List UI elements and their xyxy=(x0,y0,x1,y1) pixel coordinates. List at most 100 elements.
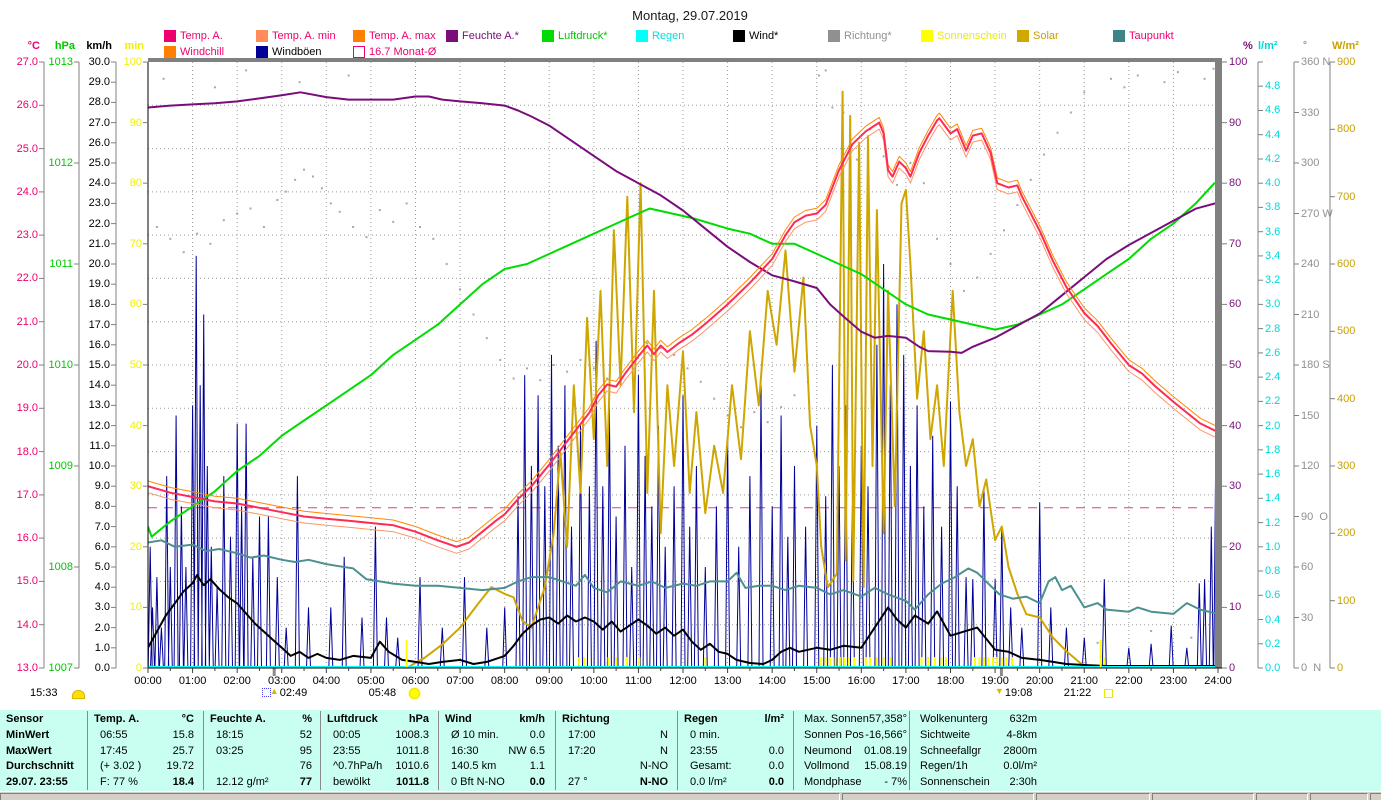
x-axis-label: 00:00 xyxy=(134,675,162,687)
status-bar-panel xyxy=(1036,793,1150,800)
x-axis-label: 14:00 xyxy=(758,675,786,687)
axis-tick-label-kmh: 29.0 xyxy=(88,76,110,89)
table-row-label: MinWert xyxy=(6,728,50,741)
x-axis-label: 21:00 xyxy=(1070,675,1099,687)
axis-tick-label-dir: 90 O xyxy=(1301,510,1328,523)
table-cell-value: 95 xyxy=(299,744,312,757)
axis-tick-label-lm2: 4.0 xyxy=(1265,177,1281,190)
axis-tick-label-kmh: 22.0 xyxy=(88,217,110,230)
axis-tick-label-min: 90 xyxy=(129,116,142,129)
x-axis-label: 11:00 xyxy=(625,675,652,687)
x-axis-label: 08:00 xyxy=(490,675,519,687)
axis-tick-label-kmh: 23.0 xyxy=(88,197,110,210)
axis-tick-label-percent: 100 xyxy=(1229,56,1248,68)
table-cell-value: N xyxy=(660,744,668,757)
axis-tick-label-min: 0 xyxy=(135,662,142,674)
moonrise-arrow-icon: ▲ xyxy=(269,686,279,696)
axis-tick-label-kmh: 13.0 xyxy=(88,399,110,412)
axis-tick-label-lm2: 3.6 xyxy=(1265,225,1281,238)
status-bar-panel xyxy=(1310,793,1368,800)
axis-tick-label-kmh: 26.0 xyxy=(88,136,110,149)
table-cell-value: 0.0 xyxy=(768,776,784,789)
series-temp-a-max xyxy=(148,112,1218,543)
table-cell-value: N-NO xyxy=(639,760,668,773)
axis-tick-label-kmh: 2.0 xyxy=(94,621,110,634)
x-axis-label: 03:00 xyxy=(267,675,296,687)
sunrise-sun-icon xyxy=(408,688,420,699)
axis-header-min: min xyxy=(124,40,144,52)
axis-tick-label-percent: 10 xyxy=(1229,601,1242,614)
axis-tick-label-kmh: 5.0 xyxy=(94,561,110,573)
status-bar-panel xyxy=(1152,793,1254,800)
plot-borders xyxy=(147,58,1222,669)
axis-tick-label-percent: 50 xyxy=(1229,359,1242,371)
axis-tick-label-min: 80 xyxy=(129,177,142,190)
axis-tick-label-lm2: 2.2 xyxy=(1265,395,1281,408)
axis-tick-label-temp: 16.0 xyxy=(16,532,38,545)
axis-tick-label-wm2: 0 xyxy=(1337,662,1344,674)
info-value: 4-8km xyxy=(1006,728,1037,741)
axis-tick-label-dir: 210 xyxy=(1301,308,1320,321)
status-bar-panel xyxy=(842,793,1034,800)
table-row-label: 29.07. 23:55 xyxy=(6,776,68,789)
axis-tick-label-min: 60 xyxy=(129,298,142,311)
axis-tick-label-temp: 18.0 xyxy=(16,445,38,458)
axis-header-lm2: l/m² xyxy=(1258,40,1278,52)
series-richtung xyxy=(155,67,1215,644)
table-cell-value: 1.1 xyxy=(529,760,545,773)
series-temp-a-min xyxy=(148,124,1218,554)
axis-tick-label-lm2: 2.4 xyxy=(1265,371,1281,384)
current-time-label: 15:33 xyxy=(30,687,58,699)
table-cell-value: 18.4 xyxy=(172,776,194,789)
axis-tick-label-kmh: 14.0 xyxy=(88,379,110,392)
table-column-separator xyxy=(909,711,910,790)
x-axis-label: 22:00 xyxy=(1115,675,1143,687)
axis-tick-label-wm2: 900 xyxy=(1337,56,1356,68)
axis-tick-label-wm2: 600 xyxy=(1337,258,1356,270)
axis-tick-label-kmh: 20.0 xyxy=(88,258,110,270)
axis-tick-label-min: 30 xyxy=(129,480,142,493)
table-cell-value: N-NO xyxy=(639,776,668,789)
axis-tick-label-min: 50 xyxy=(129,359,142,371)
axis-tick-label-temp: 23.0 xyxy=(16,229,38,242)
axis-tick-label-min: 10 xyxy=(129,601,142,614)
table-cell-value: N xyxy=(660,728,668,741)
sunset-square-icon xyxy=(1103,689,1113,698)
table-cell-value: 19.72 xyxy=(166,760,194,773)
table-cell-value: 77 xyxy=(299,776,312,789)
table-cell-value: 25.7 xyxy=(172,744,194,757)
axis-tick-label-wm2: 300 xyxy=(1337,460,1356,472)
axis-tick-label-dir: 180 S xyxy=(1301,359,1330,371)
x-axis-label: 13:00 xyxy=(713,675,742,687)
info-value: 632m xyxy=(1009,713,1037,725)
status-bar-panel xyxy=(0,793,840,800)
table-row-label: Sensor xyxy=(6,713,44,725)
axis-tick-label-percent: 70 xyxy=(1229,237,1242,250)
axis-tick-label-min: 100 xyxy=(123,56,142,68)
table-row-label: MaxWert xyxy=(6,744,52,757)
moonrise-time-label: 02:49 xyxy=(279,687,308,699)
table-header-unit: % xyxy=(302,713,312,725)
x-axis-label: 24:00 xyxy=(1204,675,1232,687)
info-value: 2800m xyxy=(1003,744,1037,757)
axis-tick-label-lm2: 1.0 xyxy=(1265,540,1281,553)
table-header-unit xyxy=(617,712,668,727)
axis-tick-label-dir: 300 xyxy=(1301,157,1320,169)
x-axis-label: 06:00 xyxy=(401,675,430,687)
axis-tick-label-wm2: 700 xyxy=(1337,190,1356,203)
axis-tick-label-temp: 25.0 xyxy=(16,142,38,155)
axis-tick-label-lm2: 2.8 xyxy=(1265,322,1281,335)
axis-tick-label-temp: 26.0 xyxy=(16,99,38,112)
info-value: 57,358° xyxy=(868,713,907,725)
axis-tick-label-dir: 150 xyxy=(1301,409,1320,422)
sun-blob-icon xyxy=(72,690,85,699)
axis-tick-label-lm2: 2.6 xyxy=(1265,346,1281,359)
axis-tick-label-wm2: 400 xyxy=(1337,392,1356,405)
axis-tick-label-temp: 14.0 xyxy=(16,618,38,631)
axis-tick-label-temp: 17.0 xyxy=(16,488,38,501)
x-axis-label: 17:00 xyxy=(892,675,920,687)
chart-area xyxy=(0,0,1381,710)
info-value: - 7% xyxy=(884,776,907,789)
sunrise-marker xyxy=(405,640,408,668)
axis-tick-label-kmh: 28.0 xyxy=(88,96,110,109)
